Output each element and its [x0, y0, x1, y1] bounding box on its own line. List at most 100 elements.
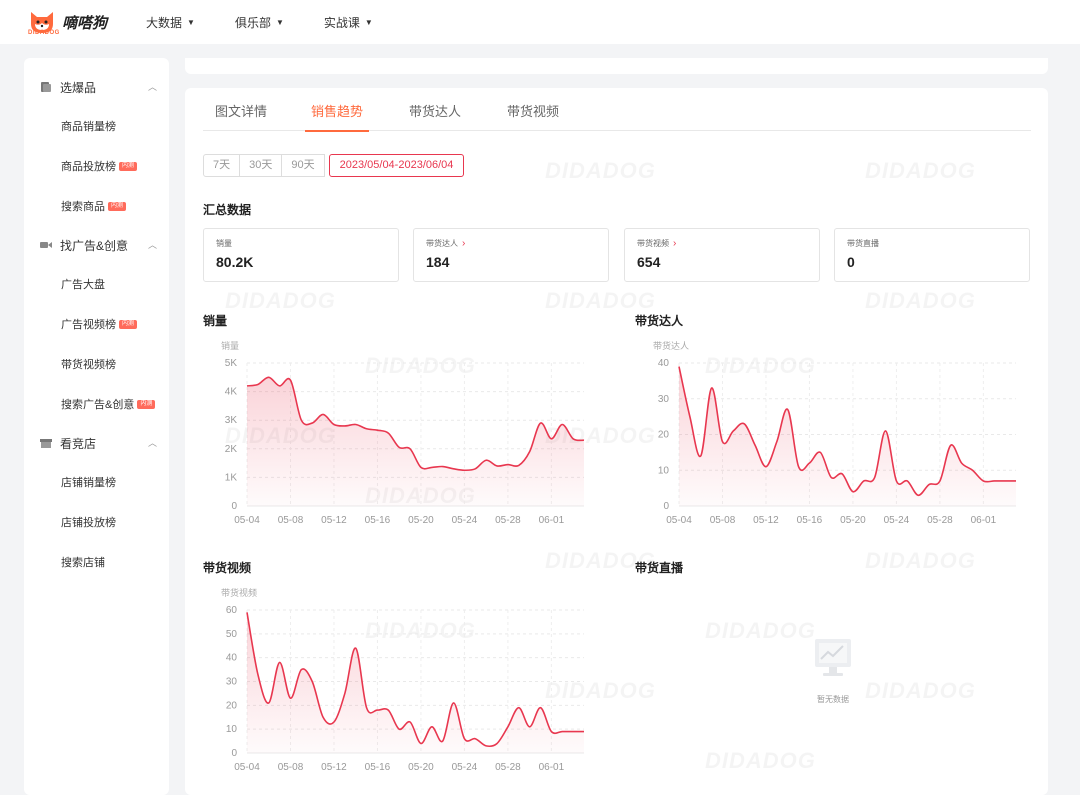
data-point: [267, 701, 270, 704]
data-point: [906, 479, 909, 482]
data-point: [354, 423, 357, 426]
watermark: DIDADOG: [545, 288, 656, 314]
watermark: DIDADOG: [865, 158, 976, 184]
data-point: [517, 464, 520, 467]
nav-course[interactable]: 实战课 ▼: [324, 14, 373, 31]
sidebar-item-label: 店铺投放榜: [61, 517, 116, 529]
y-tick-label: 0: [663, 501, 669, 512]
nav-course-label: 实战课: [323, 15, 360, 30]
data-point: [960, 462, 963, 465]
data-point: [797, 465, 800, 468]
data-point: [819, 451, 822, 454]
document-icon: [40, 81, 52, 93]
data-point: [398, 728, 401, 731]
store-icon: [40, 437, 52, 449]
data-point: [496, 464, 499, 467]
data-point: [365, 427, 368, 430]
sidebar-item-shop-ads[interactable]: 店铺投放榜: [24, 502, 169, 542]
caret-down-icon: ▼: [364, 17, 373, 27]
sidebar-group-ads[interactable]: 找广告&创意 ︿: [24, 226, 169, 264]
data-point: [463, 737, 466, 740]
tab-creators[interactable]: 带货达人: [409, 88, 461, 131]
x-tick-label: 05-08: [278, 515, 304, 526]
data-point: [743, 422, 746, 425]
stat-card-creators[interactable]: 带货达人 › 184: [413, 228, 609, 282]
sidebar-item-label: 商品投放榜: [61, 161, 116, 173]
data-point: [278, 384, 281, 387]
summary-title: 汇总数据: [203, 203, 252, 217]
sidebar-item-product-sales[interactable]: 商品销量榜: [24, 106, 169, 146]
range-90d[interactable]: 90天: [281, 154, 325, 177]
data-point: [311, 422, 314, 425]
stat-card-videos[interactable]: 带货视频 › 654: [624, 228, 820, 282]
sidebar-group-hot-products[interactable]: 选爆品 ︿: [24, 68, 169, 106]
brand-logo[interactable]: 嘀嗒狗 DIDADOG: [28, 8, 138, 36]
range-7d[interactable]: 7天: [203, 154, 241, 177]
data-point: [506, 725, 509, 728]
videos-chart: 带货视频 0 10 20 30 40 50 60 05-04 05-08 05-12 05-16 05-…: [205, 583, 585, 783]
empty-text: 暂无数据: [817, 695, 849, 704]
data-point: [387, 432, 390, 435]
x-tick-label: 06-01: [971, 515, 997, 526]
x-tick-label: 05-16: [797, 515, 823, 526]
stat-label-text: 销量: [216, 239, 232, 248]
sidebar-item-shop-sales[interactable]: 店铺销量榜: [24, 462, 169, 502]
data-point: [678, 365, 681, 368]
data-point: [550, 437, 553, 440]
sidebar: 选爆品 ︿ 商品销量榜 商品投放榜 内测 搜索商品 内测 找广告&创意 ︿ 广告大盘…: [24, 58, 169, 795]
chevron-right-icon[interactable]: ›: [673, 238, 676, 249]
data-point: [398, 446, 401, 449]
data-point: [710, 387, 713, 390]
range-custom[interactable]: 2023/05/04-2023/06/04: [328, 154, 465, 177]
y-tick-label: 4K: [225, 387, 238, 398]
x-tick-label: 05-12: [321, 515, 347, 526]
data-point: [311, 680, 314, 683]
header-card: [185, 58, 1048, 74]
x-tick-label: 05-08: [710, 515, 736, 526]
range-30d[interactable]: 30天: [239, 154, 283, 177]
stat-label: 带货达人 ›: [426, 238, 608, 249]
data-point: [786, 408, 789, 411]
data-point: [928, 483, 931, 486]
empty-chart-icon: [815, 639, 851, 676]
data-point: [993, 479, 996, 482]
video-camera-icon: [40, 239, 52, 251]
chevron-right-icon[interactable]: ›: [462, 238, 465, 249]
nav-big-data[interactable]: 大数据 ▼: [146, 14, 195, 31]
sidebar-group-shops[interactable]: 看竞店 ︿: [24, 424, 169, 462]
y-axis-title: 带货达人: [653, 340, 689, 351]
data-point: [419, 742, 422, 745]
videos-line-chart: 带货视频 0 10 20 30 40 50 60 05-04 05-08 05-12 05-16 05-…: [221, 587, 584, 773]
sidebar-group-label: 看竞店: [60, 436, 97, 451]
x-tick-label: 05-24: [884, 515, 910, 526]
tab-details[interactable]: 图文详情: [215, 88, 267, 131]
nav-club[interactable]: 俱乐部 ▼: [235, 14, 284, 31]
data-point: [278, 661, 281, 664]
tab-sales-trend[interactable]: 销售趋势: [305, 88, 370, 132]
creators-chart: 带货达人 0 10 20 30 40 05-04 05-08 05-12 05-16 05-20 05…: [637, 336, 1017, 536]
chevron-up-icon: ︿: [147, 82, 157, 92]
data-point: [1015, 479, 1018, 482]
data-point: [699, 454, 702, 457]
x-tick-label: 05-28: [927, 515, 953, 526]
sidebar-item-search-ads[interactable]: 搜索广告&创意 内测: [24, 384, 169, 424]
stat-card-live: 带货直播 0: [834, 228, 1030, 282]
brand-sub: DIDADOG: [28, 30, 60, 36]
sidebar-item-sales-videos[interactable]: 带货视频榜: [24, 344, 169, 384]
data-point: [365, 706, 368, 709]
sidebar-item-search-products[interactable]: 搜索商品 内测: [24, 186, 169, 226]
sidebar-item-search-shops[interactable]: 搜索店铺: [24, 542, 169, 582]
tab-videos[interactable]: 带货视频: [507, 88, 559, 131]
data-point: [419, 466, 422, 469]
sidebar-item-ad-overview[interactable]: 广告大盘: [24, 264, 169, 304]
x-tick-label: 05-24: [452, 762, 478, 773]
data-point: [539, 706, 542, 709]
data-point: [343, 424, 346, 427]
sidebar-item-product-ads[interactable]: 商品投放榜 内测: [24, 146, 169, 186]
x-tick-label: 05-08: [278, 762, 304, 773]
sidebar-item-ad-videos[interactable]: 广告视频榜 内测: [24, 304, 169, 344]
date-range-selector: 7天 30天 90天 2023/05/04-2023/06/04: [203, 154, 465, 177]
x-tick-label: 05-20: [408, 515, 434, 526]
data-point: [441, 740, 444, 743]
data-point: [688, 415, 691, 418]
